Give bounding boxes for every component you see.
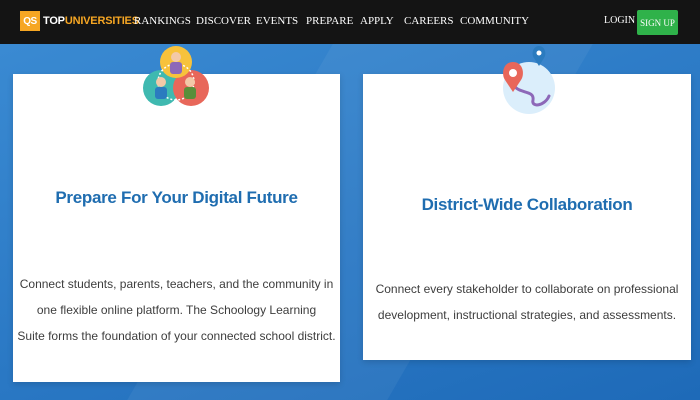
signup-button[interactable]: SIGN UP (637, 10, 678, 35)
description-line: Connect every stakeholder to collaborate… (375, 282, 679, 296)
description-line: development, instructional strategies, a… (377, 308, 677, 322)
logo-text-universities: UNIVERSITIES (64, 15, 139, 27)
login-link[interactable]: LOGIN (604, 15, 635, 26)
nav-apply[interactable]: APPLY (360, 15, 394, 27)
card-description: Connect every stakeholder to collaborate… (363, 276, 691, 328)
card-title: District-Wide Collaboration (421, 195, 633, 214)
description-line: Suite forms the foundation of your conne… (17, 329, 336, 343)
logo-wordmark: TOPUNIVERSITIES (43, 15, 139, 27)
card-description: Connect students, parents, teachers, and… (13, 271, 340, 349)
nav-prepare[interactable]: PREPARE (306, 15, 353, 27)
description-line: Connect students, parents, teachers, and… (19, 277, 334, 291)
nav-rankings[interactable]: RANKINGS (134, 15, 191, 27)
people-community-icon (141, 44, 211, 114)
map-route-pin-icon (495, 44, 559, 116)
nav-events[interactable]: EVENTS (256, 15, 298, 27)
card-title: Prepare For Your Digital Future (55, 188, 298, 207)
card-digital-future: Prepare For Your Digital Future Connect … (13, 46, 340, 382)
nav-careers[interactable]: CAREERS (404, 15, 454, 27)
card-collaboration: District-Wide Collaboration Connect ever… (363, 46, 691, 360)
logo-text-top: TOP (43, 15, 65, 27)
top-navbar: QS TOPUNIVERSITIES RANKINGS DISCOVER EVE… (0, 0, 700, 44)
qs-logo-icon: QS (20, 11, 40, 31)
nav-discover[interactable]: DISCOVER (196, 15, 251, 27)
nav-community[interactable]: COMMUNITY (460, 15, 529, 27)
description-line: one flexible online platform. The School… (36, 303, 317, 317)
site-logo[interactable]: QS TOPUNIVERSITIES (20, 11, 139, 31)
